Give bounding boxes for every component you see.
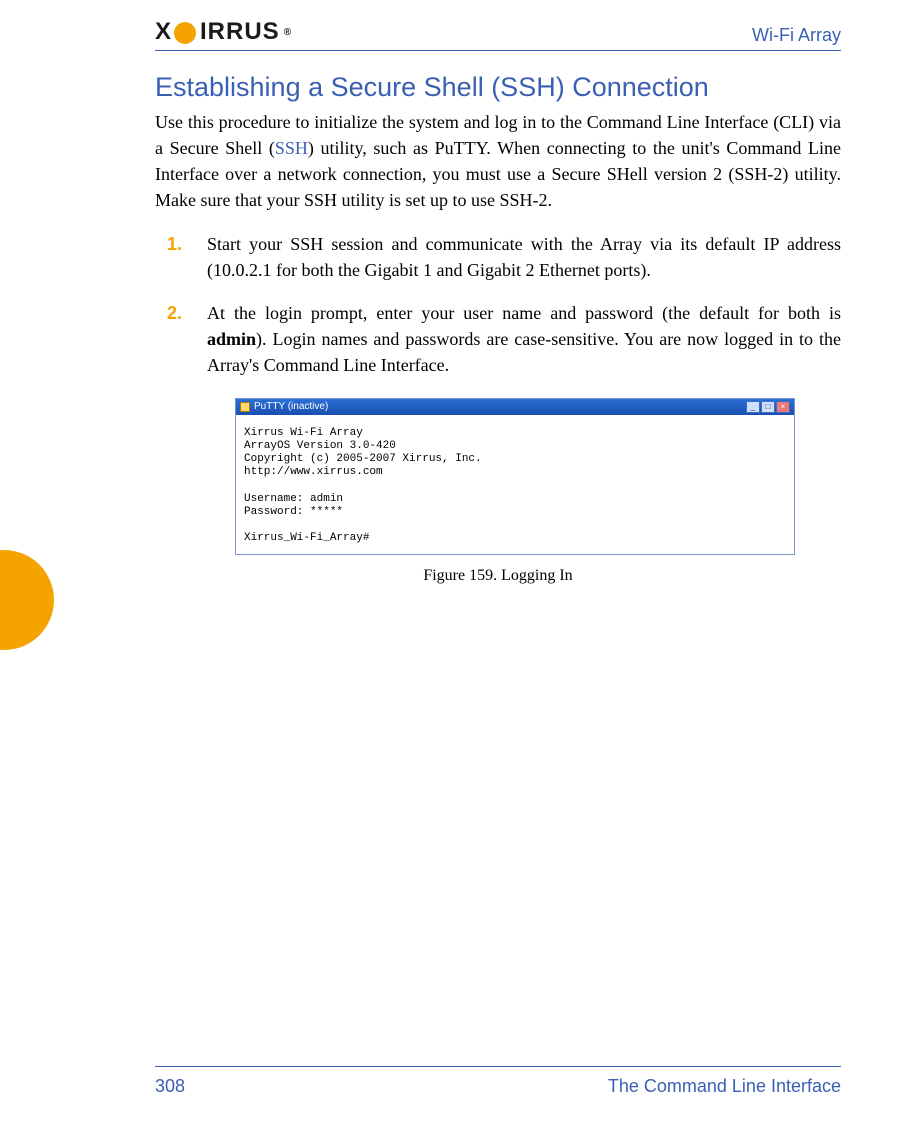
main-content: Establishing a Secure Shell (SSH) Connec… — [155, 72, 841, 585]
putty-title: PuTTY (inactive) — [254, 401, 328, 412]
window-buttons: _ □ × — [746, 401, 790, 413]
page-title: Establishing a Secure Shell (SSH) Connec… — [155, 72, 841, 103]
letter-x: X — [155, 18, 172, 46]
page-header: X IRRUS ® Wi-Fi Array — [155, 18, 841, 52]
step-2: 2. At the login prompt, enter your user … — [207, 300, 841, 378]
page-footer: 308 The Command Line Interface — [155, 1076, 841, 1097]
step-2-pre: At the login prompt, enter your user nam… — [207, 303, 841, 323]
step-2-post: ). Login names and passwords are case-se… — [207, 329, 841, 375]
step-1: 1. Start your SSH session and communicat… — [207, 231, 841, 283]
step-1-text: Start your SSH session and communicate w… — [207, 234, 841, 280]
intro-paragraph: Use this procedure to initialize the sys… — [155, 109, 841, 213]
side-thumb-tab — [0, 550, 54, 650]
minimize-button[interactable]: _ — [746, 401, 760, 413]
maximize-button[interactable]: □ — [761, 401, 775, 413]
brand-logo-text: IRRUS — [200, 18, 280, 46]
default-credential: admin — [207, 329, 256, 349]
page-number: 308 — [155, 1076, 185, 1097]
step-marker: 1. — [167, 231, 182, 257]
logo-dot-icon — [174, 22, 196, 44]
product-name: Wi-Fi Array — [752, 25, 841, 46]
putty-window: PuTTY (inactive) _ □ × Xirrus Wi-Fi Arra… — [235, 398, 795, 555]
header-divider — [155, 50, 841, 51]
steps-list: 1. Start your SSH session and communicat… — [155, 231, 841, 377]
brand-logo: X IRRUS ® — [155, 18, 292, 46]
footer-divider — [155, 1066, 841, 1067]
putty-titlebar: PuTTY (inactive) _ □ × — [236, 399, 794, 415]
registered-icon: ® — [284, 27, 292, 38]
step-marker: 2. — [167, 300, 182, 326]
figure-caption: Figure 159. Logging In — [155, 567, 841, 585]
ssh-link[interactable]: SSH — [275, 138, 308, 158]
close-button[interactable]: × — [776, 401, 790, 413]
putty-terminal[interactable]: Xirrus Wi-Fi Array ArrayOS Version 3.0-4… — [236, 415, 794, 554]
putty-app-icon — [240, 402, 250, 412]
section-title: The Command Line Interface — [608, 1076, 841, 1097]
